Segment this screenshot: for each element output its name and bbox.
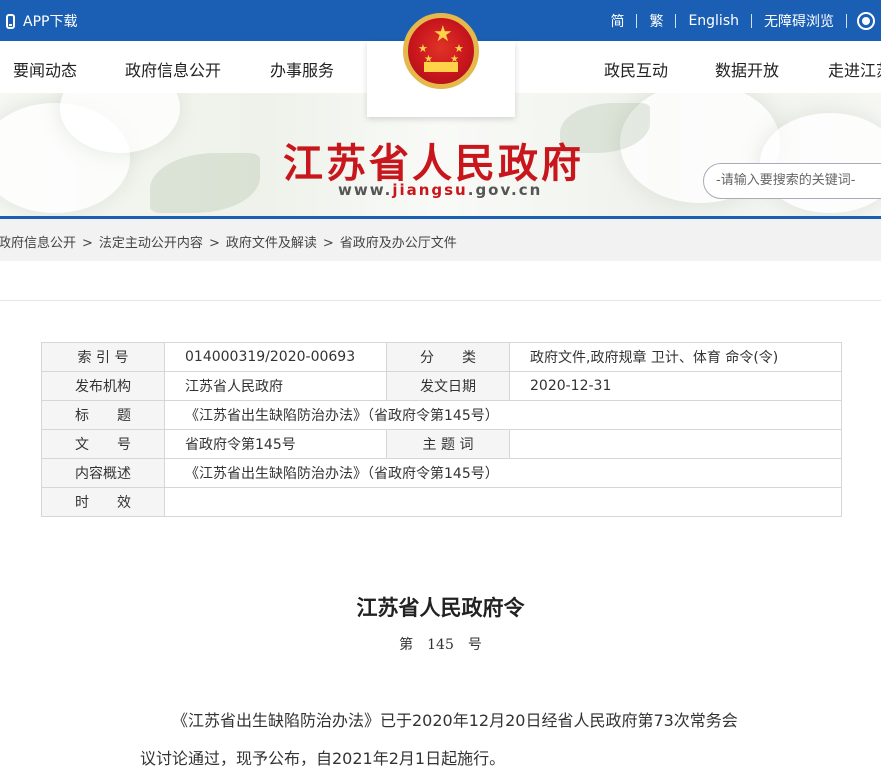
nav-news[interactable]: 要闻动态 (13, 57, 77, 81)
nav-services[interactable]: 办事服务 (270, 57, 334, 81)
validity-label: 时 效 (41, 487, 165, 517)
chevron-right-icon: > (208, 236, 220, 251)
chevron-right-icon: > (322, 236, 334, 251)
summary-value: 《江苏省出生缺陷防治办法》（省政府令第145号） (164, 458, 842, 488)
english-link[interactable]: English (676, 13, 751, 29)
divider (846, 13, 847, 28)
url-brand: jiangsu (392, 181, 468, 199)
site-url: www.jiangsu.gov.cn (338, 181, 542, 199)
nav-interaction[interactable]: 政民互动 (604, 57, 668, 81)
document-title: 江苏省人民政府令 (356, 595, 525, 620)
index-label: 索 引 号 (41, 342, 165, 372)
leaf-decoration (150, 153, 260, 213)
accessibility-link[interactable]: 无障碍浏览 (752, 11, 846, 31)
chevron-right-icon: > (82, 236, 93, 251)
summary-label: 内容概述 (41, 458, 165, 488)
table-row: 内容概述 《江苏省出生缺陷防治办法》（省政府令第145号） (41, 458, 842, 488)
validity-value (164, 487, 842, 517)
table-row: 文 号 省政府令第145号 主 题 词 (41, 429, 842, 459)
nav-gov-info[interactable]: 政府信息公开 (125, 57, 221, 81)
globe-icon[interactable] (857, 11, 875, 30)
app-download-link[interactable]: APP下载 (6, 11, 77, 31)
publisher-label: 发布机构 (41, 371, 165, 401)
table-row: 发布机构 江苏省人民政府 发文日期 2020-12-31 (41, 371, 842, 401)
emblem-box: ★ ★ ★ ★ ★ (367, 13, 515, 117)
gate-icon (424, 62, 458, 72)
table-row: 索 引 号 014000319/2020-00693 分 类 政府文件,政府规章… (41, 342, 842, 372)
nav-open-data[interactable]: 数据开放 (715, 57, 779, 81)
divider (0, 300, 881, 301)
table-row: 标 题 《江苏省出生缺陷防治办法》（省政府令第145号） (41, 400, 842, 430)
app-download-label: APP下载 (23, 14, 78, 30)
breadcrumb-item[interactable]: 政府文件及解读 (226, 236, 317, 251)
category-value: 政府文件,政府规章 卫计、体育 命令(令) (509, 342, 842, 372)
national-emblem-icon[interactable]: ★ ★ ★ ★ ★ (403, 13, 479, 89)
title-label: 标 题 (41, 400, 165, 430)
document-number: 第 145 号 (399, 637, 482, 653)
title-value: 《江苏省出生缺陷防治办法》（省政府令第145号） (164, 400, 842, 430)
doc-number-value: 省政府令第145号 (164, 429, 387, 459)
phone-icon (6, 13, 15, 29)
table-row: 时 效 (41, 487, 842, 517)
breadcrumb-item[interactable]: 省政府及办公厅文件 (340, 236, 457, 251)
keywords-label: 主 题 词 (386, 429, 510, 459)
breadcrumb-item[interactable]: 法定主动公开内容 (99, 236, 203, 251)
nav-about-jiangsu[interactable]: 走进江苏 (828, 57, 881, 81)
simplified-chinese-link[interactable]: 简 (598, 11, 636, 31)
date-value: 2020-12-31 (509, 371, 842, 401)
category-label: 分 类 (386, 342, 510, 372)
publisher-value: 江苏省人民政府 (164, 371, 387, 401)
document-paragraph: 《江苏省出生缺陷防治办法》已于2020年12月20日经省人民政府第73次常务会议… (140, 711, 738, 768)
url-suffix: .gov.cn (467, 181, 543, 199)
date-label: 发文日期 (386, 371, 510, 401)
traditional-chinese-link[interactable]: 繁 (637, 11, 675, 31)
breadcrumb-item[interactable]: 政府信息公开 (0, 236, 76, 251)
url-prefix: www. (338, 181, 393, 199)
top-links: 简 繁 English 无障碍浏览 (598, 0, 881, 41)
search-input[interactable]: -请输入要搜索的关键词- (703, 163, 881, 199)
index-value: 014000319/2020-00693 (164, 342, 387, 372)
keywords-value (509, 429, 842, 459)
document-metadata-table: 索 引 号 014000319/2020-00693 分 类 政府文件,政府规章… (41, 342, 842, 517)
doc-number-label: 文 号 (41, 429, 165, 459)
star-icon: ★ (433, 22, 453, 47)
breadcrumb: 政府信息公开 > 法定主动公开内容 > 政府文件及解读 > 省政府及办公厅文件 (0, 219, 881, 261)
